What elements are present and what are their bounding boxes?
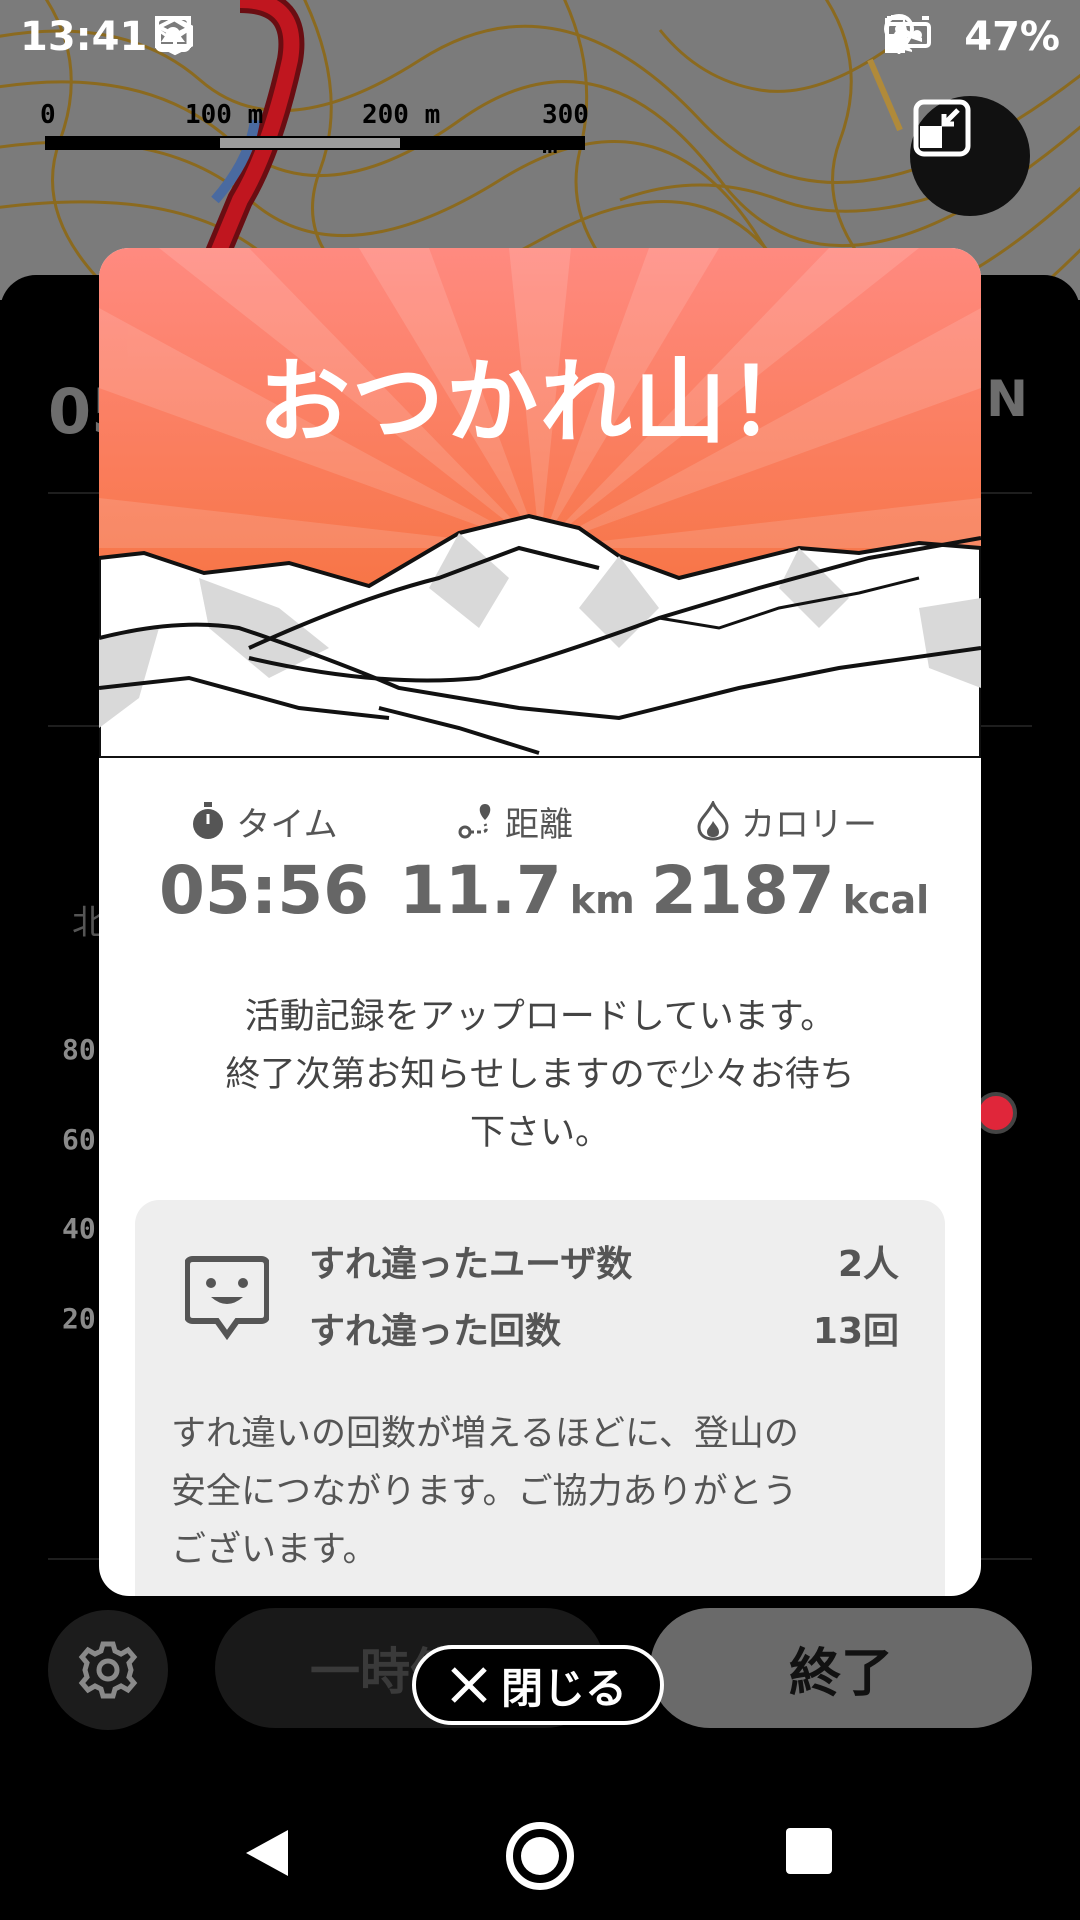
scale-label-100: 100 m: [185, 100, 264, 130]
recent-apps-button[interactable]: [786, 1828, 832, 1874]
pass-users-value: 2人: [837, 1244, 899, 1285]
map-scale-bar: 0 100 m 200 m 300 m: [40, 100, 600, 160]
pass-note: すれ違いの回数が増えるほどに、登山の 安全につながります。ご協力ありがとう ござ…: [171, 1405, 911, 1579]
upload-message-line: 活動記録をアップロードしています。: [244, 997, 836, 1037]
upload-message: 活動記録をアップロードしています。 終了次第お知らせしますので少々お待ち 下さい…: [139, 988, 941, 1162]
gear-icon: [78, 1641, 138, 1699]
package-icon: [157, 16, 257, 56]
stats-row: タイム 05:56 距離 11.7 km カロリー 2187 kcal: [99, 796, 981, 936]
hero-banner: おつかれ山！: [99, 248, 981, 758]
scale-segment: [220, 138, 400, 148]
status-bar: 13:41 47%: [0, 0, 1080, 80]
flame-icon: [697, 801, 729, 841]
scale-label-0: 0: [40, 100, 56, 130]
pass-count-card: すれ違ったユーザ数 2人 すれ違った回数 13回 すれ違いの回数が増えるほどに、…: [135, 1200, 945, 1596]
y-tick: 40: [62, 1212, 96, 1245]
stat-time-label: タイム: [236, 804, 338, 845]
stat-distance: 距離 11.7 km: [399, 796, 635, 929]
stopwatch-icon: [193, 802, 224, 839]
system-nav-bar: [0, 1780, 1080, 1920]
stat-calorie-value: 2187: [651, 852, 835, 929]
pass-users-label: すれ違ったユーザ数: [309, 1244, 633, 1285]
pass-count-value: 13回: [812, 1311, 899, 1352]
pass-count-row: すれ違った回数 13回: [309, 1302, 899, 1354]
battery-percent: 47%: [964, 14, 1060, 60]
y-tick: 60: [62, 1123, 96, 1156]
back-icon[interactable]: [244, 1828, 290, 1878]
collapse-icon: [913, 99, 971, 157]
stat-time-value: 05:56: [159, 852, 370, 929]
pass-note-line: すれ違いの回数が増えるほどに、登山の: [171, 1414, 799, 1454]
y-tick: 80: [62, 1033, 96, 1066]
stat-time: タイム 05:56: [159, 796, 369, 929]
screen-record-icon: [155, 16, 319, 56]
stat-distance-label: 距離: [505, 804, 573, 845]
home-icon: [521, 1837, 559, 1875]
pass-face-icon: [185, 1256, 269, 1341]
home-button[interactable]: [506, 1822, 574, 1890]
scale-label-200: 200 m: [362, 100, 441, 130]
close-button[interactable]: 閉じる: [412, 1645, 664, 1725]
pass-users-row: すれ違ったユーザ数 2人: [309, 1235, 899, 1287]
close-label: 閉じる: [500, 1663, 627, 1713]
route-icon: [458, 804, 491, 839]
stat-calorie-unit: kcal: [842, 878, 930, 922]
upload-message-line: 下さい。: [469, 1113, 610, 1153]
summary-modal: おつかれ山！ タイム 05:56 距離 11.7 km カロリー 2187 kcal: [99, 248, 981, 1596]
upload-message-line: 終了次第お知らせしますので少々お待ち: [225, 1055, 855, 1095]
compass-north: N: [986, 370, 1028, 428]
position-marker: [975, 1092, 1017, 1134]
mountain-illustration: [99, 248, 981, 758]
y-tick: 20: [62, 1302, 96, 1335]
pass-count-label: すれ違った回数: [309, 1311, 562, 1352]
status-time: 13:41: [20, 14, 148, 60]
pass-note-line: 安全につながります。ご協力ありがとう: [171, 1472, 798, 1512]
exit-fullscreen-button[interactable]: [910, 96, 1030, 216]
stat-distance-unit: km: [569, 878, 635, 922]
pass-note-line: ございます。: [171, 1530, 378, 1570]
end-button[interactable]: 終了: [650, 1608, 1032, 1728]
stat-calorie: カロリー 2187 kcal: [651, 796, 929, 929]
stat-calorie-label: カロリー: [741, 804, 877, 845]
close-icon: [451, 1667, 487, 1703]
stat-distance-value: 11.7: [399, 852, 562, 929]
mail-icon: [156, 16, 381, 56]
modal-title: おつかれ山！: [257, 349, 822, 456]
settings-button[interactable]: [48, 1610, 168, 1730]
scale-label-300: 300 m: [542, 100, 589, 160]
